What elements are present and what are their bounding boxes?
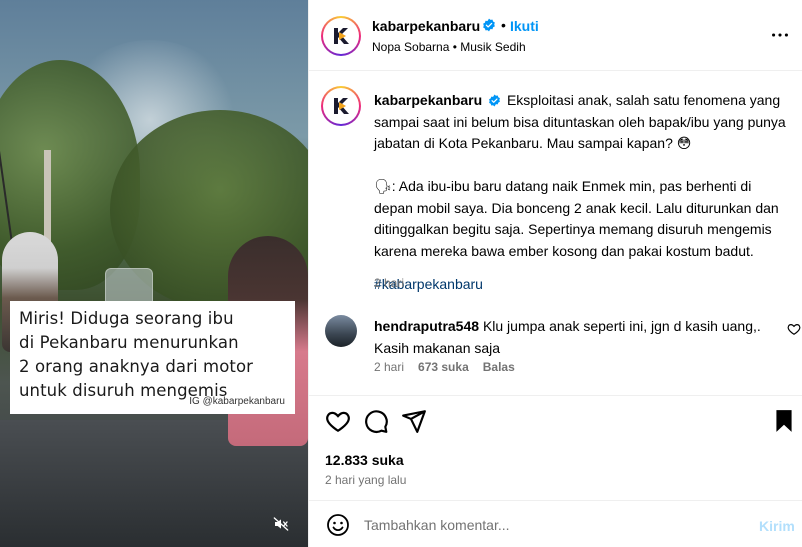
caption-username[interactable]: kabarpekanbaru xyxy=(374,92,482,108)
kabarpekanbaru-logo-icon xyxy=(334,98,349,114)
caption-avatar[interactable] xyxy=(321,86,361,126)
bookmark-icon[interactable] xyxy=(771,408,797,434)
account-avatar[interactable] xyxy=(321,16,361,56)
like-count[interactable]: 12.833 suka xyxy=(325,452,404,468)
instagram-post-view: Miris! Diduga seorang ibu di Pekanbaru m… xyxy=(0,0,802,547)
post-video[interactable]: Miris! Diduga seorang ibu di Pekanbaru m… xyxy=(0,0,308,547)
mute-button[interactable] xyxy=(270,513,292,535)
verified-badge-icon xyxy=(489,94,500,107)
caption-text: kabarpekanbaru Eksploitasi anak, salah s… xyxy=(374,90,794,296)
reply-button[interactable]: Balas xyxy=(483,360,515,374)
comment-composer: Kirim xyxy=(309,500,802,547)
caption-hashtag-link[interactable]: #kabarpekanbaru xyxy=(374,274,794,296)
video-caption-line: Miris! Diduga seorang ibu xyxy=(19,309,234,328)
video-caption-line: 2 orang anaknya dari motor xyxy=(19,357,254,376)
header-separator: • xyxy=(501,17,506,33)
emoji-icon[interactable] xyxy=(326,513,350,537)
audio-attribution[interactable]: Nopa Sobarna • Musik Sedih xyxy=(372,40,526,54)
header-username[interactable]: kabarpekanbaru xyxy=(372,18,480,34)
post-header: kabarpekanbaru • Ikuti Nopa Sobarna • Mu… xyxy=(309,0,802,71)
comment-text: hendraputra548 Klu jumpa anak seperti in… xyxy=(374,316,764,359)
caption-paragraph: 🗣: Ada ibu-ibu baru datang naik Enmek mi… xyxy=(374,178,779,259)
video-caption-box: Miris! Diduga seorang ibu di Pekanbaru m… xyxy=(10,301,295,414)
comment-meta: 2 hari 673 suka Balas xyxy=(374,360,515,374)
more-horizontal-icon[interactable] xyxy=(769,24,791,46)
post-actions: 12.833 suka 2 hari yang lalu xyxy=(309,395,802,498)
follow-button[interactable]: Ikuti xyxy=(510,18,539,34)
comment-like-heart-icon[interactable] xyxy=(787,322,801,336)
heart-icon[interactable] xyxy=(325,408,351,434)
send-comment-button[interactable]: Kirim xyxy=(759,518,795,534)
post-details-panel: kabarpekanbaru • Ikuti Nopa Sobarna • Mu… xyxy=(308,0,802,547)
verified-badge-icon xyxy=(483,18,495,32)
video-caption-line: di Pekanbaru menurunkan xyxy=(19,333,239,352)
comment-timestamp[interactable]: 2 hari xyxy=(374,360,404,374)
post-timestamp[interactable]: 2 hari yang lalu xyxy=(325,473,406,487)
comment-input[interactable] xyxy=(364,511,744,539)
comment-username[interactable]: hendraputra548 xyxy=(374,318,479,334)
kabarpekanbaru-logo-icon xyxy=(334,28,349,44)
comment-likes[interactable]: 673 suka xyxy=(418,360,469,374)
caption-timestamp[interactable]: 2 hari xyxy=(374,276,404,290)
video-credit: IG @kabarpekanbaru xyxy=(189,396,285,407)
comment-icon[interactable] xyxy=(363,408,389,434)
speaker-muted-icon xyxy=(273,517,289,531)
share-icon[interactable] xyxy=(401,408,427,434)
commenter-avatar[interactable] xyxy=(325,315,357,347)
